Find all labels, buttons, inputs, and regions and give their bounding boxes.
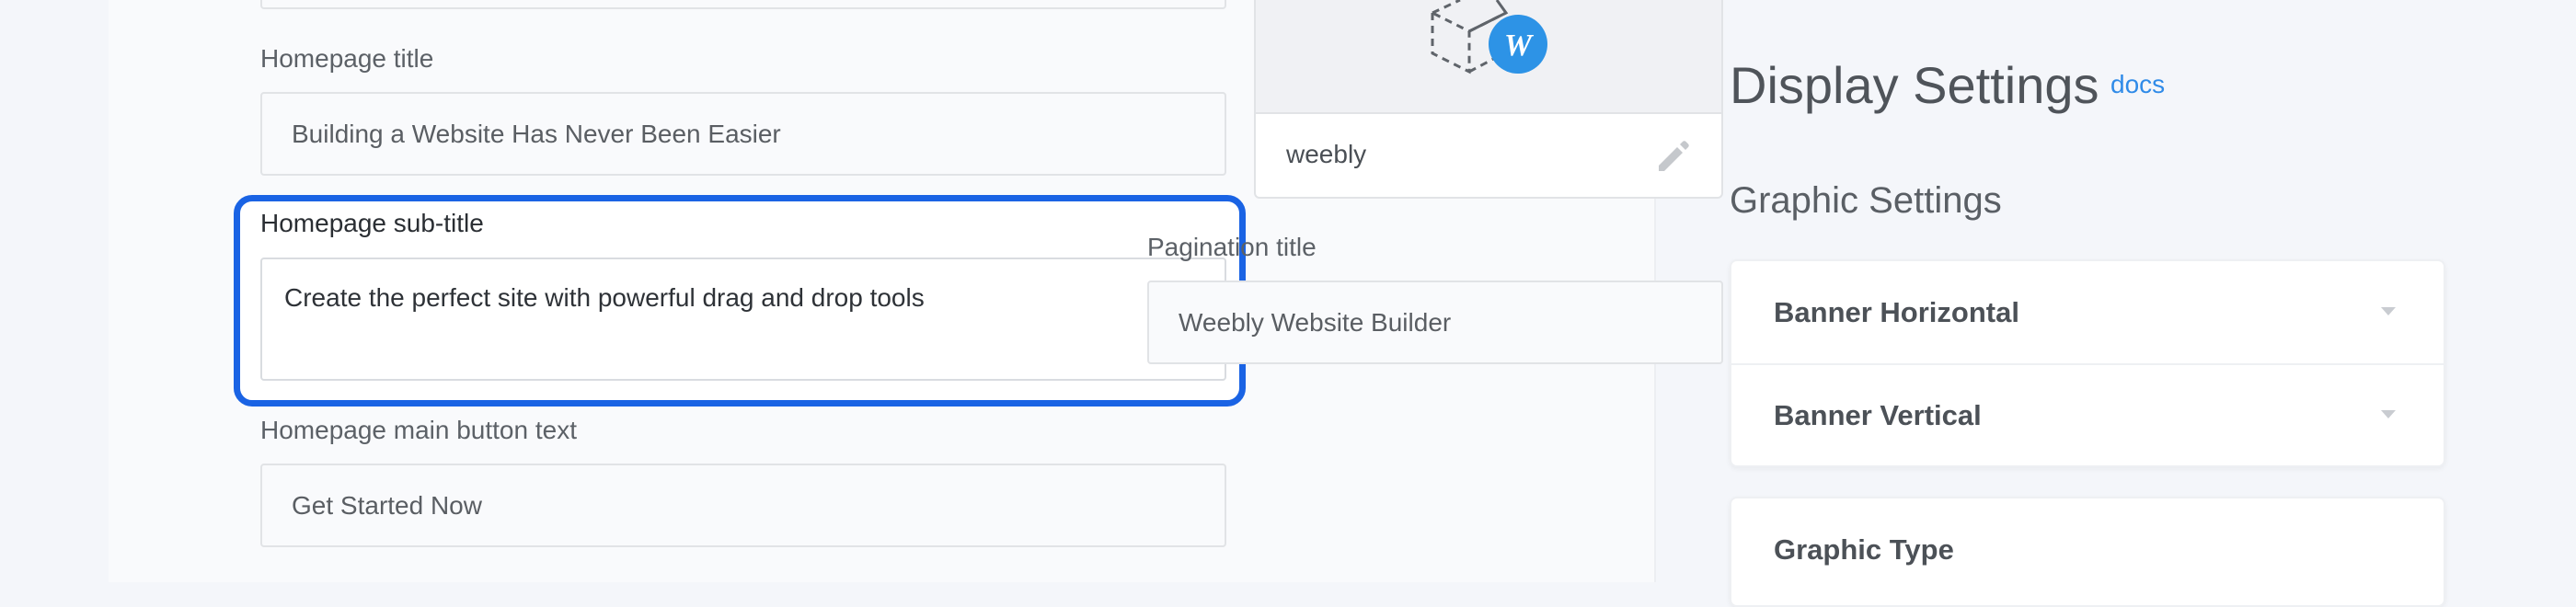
main-button-text-label: Homepage main button text <box>260 416 577 444</box>
pagination-title-input[interactable]: Weebly Website Builder <box>1147 281 1723 364</box>
graphic-type-label: Graphic Type <box>1774 533 1954 566</box>
chevron-down-icon <box>2381 307 2396 315</box>
accordion-item-graphic-type[interactable]: Graphic Type <box>1731 498 2444 601</box>
main-button-text-input[interactable]: Get Started Now <box>260 464 1226 547</box>
accordion-item-banner-vertical[interactable]: Banner Vertical <box>1731 364 2444 467</box>
weebly-badge-letter: W <box>1504 29 1535 63</box>
graphic-settings-heading: Graphic Settings <box>1730 180 2002 221</box>
main-button-text-value: Get Started Now <box>292 490 482 520</box>
pencil-icon[interactable] <box>1651 134 1696 178</box>
display-settings-panel: Display Settings docs Graphic Settings B… <box>1730 0 2447 607</box>
box-icon: W <box>1431 0 1547 74</box>
theme-card-name: weebly <box>1286 140 1367 168</box>
graphic-type-panel: Graphic Type <box>1730 497 2445 607</box>
pagination-title-value: Weebly Website Builder <box>1179 307 1452 337</box>
banner-horizontal-label: Banner Horizontal <box>1774 296 2019 328</box>
homepage-subtitle-label: Homepage sub-title <box>260 209 484 237</box>
homepage-title-value: Building a Website Has Never Been Easier <box>292 119 781 148</box>
banner-vertical-label: Banner Vertical <box>1774 399 1982 431</box>
chevron-down-icon <box>2381 410 2396 418</box>
main-panel: Homepage title Building a Website Has Ne… <box>109 0 1723 582</box>
graphic-settings-accordion: Banner Horizontal Banner Vertical <box>1730 259 2445 467</box>
homepage-subtitle-value: Create the perfect site with powerful dr… <box>284 283 925 312</box>
display-settings-heading: Display Settings <box>1730 56 2099 114</box>
homepage-title-input[interactable]: Building a Website Has Never Been Easier <box>260 92 1226 176</box>
theme-card-image: W <box>1256 0 1721 114</box>
homepage-subtitle-textarea[interactable]: Create the perfect site with powerful dr… <box>260 258 1226 381</box>
theme-card[interactable]: W weebly <box>1254 0 1723 199</box>
top-input-partial[interactable] <box>260 0 1226 9</box>
pagination-title-label: Pagination title <box>1147 233 1317 261</box>
homepage-title-label: Homepage title <box>260 44 434 73</box>
docs-link[interactable]: docs <box>2110 70 2165 99</box>
accordion-item-banner-horizontal[interactable]: Banner Horizontal <box>1731 261 2444 364</box>
